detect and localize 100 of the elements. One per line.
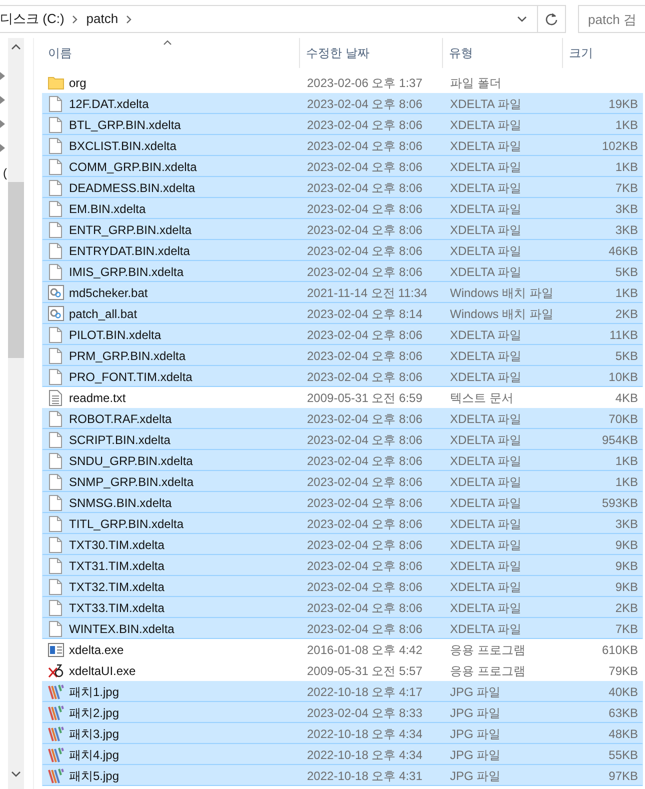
file-name[interactable]: xdeltaUI.exe — [69, 662, 136, 680]
breadcrumb[interactable]: patch — [86, 9, 118, 29]
type-cell-text: 텍스트 문서 — [449, 390, 514, 406]
selected-row[interactable]: DEADMESS.BIN.xdelta 2023-02-04 오후 8:06 XDELTA 파일 7KB — [42, 177, 643, 198]
file-name[interactable]: ENTRYDAT.BIN.xdelta — [69, 242, 190, 260]
type-cell-text: XDELTA 파일 — [449, 578, 523, 596]
column-header[interactable]: 크기 — [563, 38, 643, 68]
pin-icon[interactable] — [0, 120, 5, 128]
pin-icon[interactable] — [0, 72, 5, 80]
file-name[interactable]: readme.txt — [69, 388, 126, 406]
selected-row[interactable]: WINTEX.BIN.xdelta 2023-02-04 오후 8:06 XDELTA 파일 7KB — [42, 618, 643, 639]
file-name[interactable]: SNDU_GRP.BIN.xdelta — [69, 452, 193, 470]
date-cell-text: 2022-10-18 오후 4:31 — [306, 768, 424, 784]
selected-row[interactable]: ENTRYDAT.BIN.xdelta 2023-02-04 오후 8:06 XDELTA 파일 46KB — [42, 240, 643, 261]
file-name[interactable]: SNMP_GRP.BIN.xdelta — [69, 472, 194, 490]
stripes-icon — [47, 726, 64, 742]
selected-row[interactable]: SNMP_GRP.BIN.xdelta 2023-02-04 오후 8:06 XDELTA 파일 1KB — [42, 471, 643, 492]
file-name[interactable]: PRO_FONT.TIM.xdelta — [69, 368, 192, 386]
scrollbar-thumb[interactable] — [8, 182, 24, 358]
file-name[interactable]: SCRIPT.BIN.xdelta — [69, 430, 170, 448]
selected-row[interactable]: COMM_GRP.BIN.xdelta 2023-02-04 오후 8:06 XDELTA 파일 1KB — [42, 156, 643, 177]
file-name[interactable]: BTL_GRP.BIN.xdelta — [69, 116, 181, 134]
file-name[interactable]: md5cheker.bat — [69, 284, 148, 302]
selected-row[interactable]: 패치5.jpg 2022-10-18 오후 4:31 JPG 파일 97KB — [42, 765, 643, 786]
scroll-up-icon[interactable] — [11, 44, 21, 50]
selected-row[interactable]: IMIS_GRP.BIN.xdelta 2023-02-04 오후 8:06 XDELTA 파일 5KB — [42, 261, 643, 282]
document-icon — [47, 348, 64, 364]
selected-row[interactable]: md5cheker.bat 2021-11-14 오전 11:34 Windows 배치 파일 1KB — [42, 282, 643, 303]
folder-icon — [47, 76, 64, 90]
selected-row[interactable]: BXCLIST.BIN.xdelta 2023-02-04 오후 8:06 XDELTA 파일 102KB — [42, 135, 643, 156]
size-cell-text: 5KB — [614, 264, 638, 280]
selected-row[interactable]: EM.BIN.xdelta 2023-02-04 오후 8:06 XDELTA 파일 3KB — [42, 198, 643, 219]
scroll-down-icon[interactable] — [11, 771, 21, 777]
selected-row[interactable]: ENTR_GRP.BIN.xdelta 2023-02-04 오후 8:06 XDELTA 파일 3KB — [42, 219, 643, 240]
file-name[interactable]: ROBOT.RAF.xdelta — [69, 410, 172, 428]
selected-row[interactable]: ROBOT.RAF.xdelta 2023-02-04 오후 8:06 XDELTA 파일 70KB — [42, 408, 643, 429]
file-name[interactable]: PILOT.BIN.xdelta — [69, 326, 162, 344]
selected-row[interactable]: SCRIPT.BIN.xdelta 2023-02-04 오후 8:06 XDELTA 파일 954KB — [42, 429, 643, 450]
type-cell-text: XDELTA 파일 — [449, 620, 523, 638]
selected-row[interactable]: 패치1.jpg 2022-10-18 오후 4:17 JPG 파일 40KB — [42, 681, 643, 702]
selected-row[interactable]: TXT31.TIM.xdelta 2023-02-04 오후 8:06 XDELTA 파일 9KB — [42, 555, 643, 576]
refresh-icon[interactable] — [545, 12, 558, 26]
document-icon — [47, 96, 64, 112]
file-name[interactable]: 패치3.jpg — [69, 724, 120, 742]
size-cell-text: 954KB — [600, 432, 638, 448]
selected-row[interactable]: 패치2.jpg 2023-02-04 오후 8:33 JPG 파일 63KB — [42, 702, 643, 723]
file-name[interactable]: patch_all.bat — [69, 304, 138, 322]
breadcrumb[interactable]: 디스크 (C:) — [0, 9, 64, 29]
file-name[interactable]: ENTR_GRP.BIN.xdelta — [69, 220, 192, 238]
selected-row[interactable]: 12F.DAT.xdelta 2023-02-04 오후 8:06 XDELTA 파일 19KB — [42, 93, 643, 114]
selected-row[interactable]: PRM_GRP.BIN.xdelta 2023-02-04 오후 8:06 XDELTA 파일 5KB — [42, 345, 643, 366]
file-name[interactable]: PRM_GRP.BIN.xdelta — [69, 346, 186, 364]
file-name[interactable]: TXT33.TIM.xdelta — [69, 598, 164, 616]
column-header[interactable]: 유형 — [443, 38, 563, 68]
nav-item-text[interactable]: ( — [3, 164, 7, 182]
address-bar[interactable]: 디스크 (C:) patch — [0, 5, 566, 33]
pin-icon[interactable] — [0, 144, 5, 152]
file-name[interactable]: TXT32.TIM.xdelta — [69, 578, 164, 596]
selected-row[interactable]: SNDU_GRP.BIN.xdelta 2023-02-04 오후 8:06 XDELTA 파일 1KB — [42, 450, 643, 471]
selected-row[interactable]: PILOT.BIN.xdelta 2023-02-04 오후 8:06 XDELTA 파일 11KB — [42, 324, 643, 345]
pin-icon[interactable] — [0, 96, 5, 104]
file-name[interactable]: org — [69, 74, 86, 92]
selected-row[interactable]: patch_all.bat 2023-02-04 오후 8:14 Windows 배치 파일 2KB — [42, 303, 643, 324]
date-cell-text: 2023-02-04 오후 8:06 — [306, 578, 424, 596]
scrollbar[interactable] — [8, 38, 24, 789]
file-name[interactable]: TXT30.TIM.xdelta — [69, 536, 164, 554]
file-name[interactable]: 패치2.jpg — [69, 704, 120, 722]
column-header[interactable]: 수정한 날짜 — [300, 38, 443, 68]
file-name[interactable]: COMM_GRP.BIN.xdelta — [69, 158, 197, 176]
file-name[interactable]: xdelta.exe — [69, 640, 124, 658]
selected-row[interactable]: 패치4.jpg 2022-10-18 오후 4:34 JPG 파일 55KB — [42, 744, 643, 765]
file-name[interactable]: TXT31.TIM.xdelta — [69, 556, 164, 574]
dropdown-icon[interactable] — [517, 16, 527, 22]
selected-row[interactable]: TXT33.TIM.xdelta 2023-02-04 오후 8:06 XDELTA 파일 2KB — [42, 597, 643, 618]
file-name[interactable]: 12F.DAT.xdelta — [69, 94, 149, 112]
column-header[interactable]: 이름 — [42, 38, 300, 68]
file-name[interactable]: EM.BIN.xdelta — [69, 200, 146, 218]
date-cell-text: 2023-02-04 오후 8:06 — [306, 326, 424, 344]
file-name[interactable]: DEADMESS.BIN.xdelta — [69, 178, 196, 196]
file-name[interactable]: TITL_GRP.BIN.xdelta — [69, 514, 184, 532]
search-field[interactable]: patch 검 — [578, 5, 645, 33]
file-name[interactable]: 패치4.jpg — [69, 746, 120, 764]
selected-row[interactable]: TITL_GRP.BIN.xdelta 2023-02-04 오후 8:06 XDELTA 파일 3KB — [42, 513, 643, 534]
chevron-icon[interactable] — [72, 14, 78, 24]
chevron-icon[interactable] — [126, 14, 132, 24]
selected-row[interactable]: BTL_GRP.BIN.xdelta 2023-02-04 오후 8:06 XDELTA 파일 1KB — [42, 114, 643, 135]
selected-row[interactable]: 패치3.jpg 2022-10-18 오후 4:34 JPG 파일 48KB — [42, 723, 643, 744]
type-cell-text: XDELTA 파일 — [449, 222, 523, 238]
selected-row[interactable]: TXT30.TIM.xdelta 2023-02-04 오후 8:06 XDELTA 파일 9KB — [42, 534, 643, 555]
file-name[interactable]: SNMSG.BIN.xdelta — [69, 494, 172, 512]
selected-row[interactable]: SNMSG.BIN.xdelta 2023-02-04 오후 8:06 XDELTA 파일 593KB — [42, 492, 643, 513]
selected-row[interactable]: TXT32.TIM.xdelta 2023-02-04 오후 8:06 XDELTA 파일 9KB — [42, 576, 643, 597]
selected-row[interactable]: PRO_FONT.TIM.xdelta 2023-02-04 오후 8:06 XDELTA 파일 10KB — [42, 366, 643, 387]
document-icon — [47, 600, 64, 616]
file-name[interactable]: 패치1.jpg — [69, 682, 120, 700]
file-name[interactable]: 패치5.jpg — [69, 766, 120, 784]
file-name[interactable]: WINTEX.BIN.xdelta — [69, 620, 174, 638]
file-name[interactable]: BXCLIST.BIN.xdelta — [69, 136, 176, 154]
date-cell-text: 2023-02-04 오후 8:06 — [306, 620, 424, 638]
file-name[interactable]: IMIS_GRP.BIN.xdelta — [69, 262, 184, 280]
